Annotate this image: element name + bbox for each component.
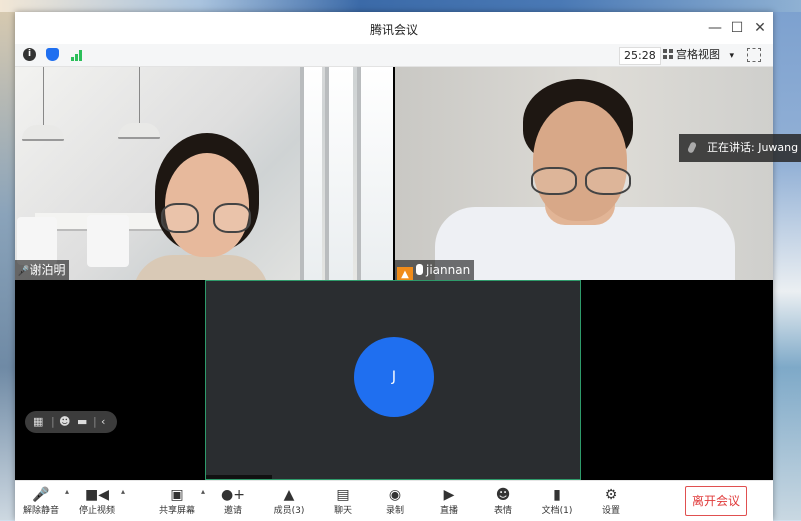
chat-button[interactable]: ▤ 聊天 [317, 483, 369, 519]
chat-icon: ▤ [336, 487, 350, 503]
view-mode-dropdown[interactable]: 宫格视图 ▾ [663, 47, 735, 63]
desktop-wallpaper-top [0, 0, 801, 12]
share-screen-button[interactable]: ▣ 共享屏幕 [151, 483, 203, 519]
unmute-button[interactable]: 🎤 解除静音 [15, 483, 67, 519]
speaking-text: 正在讲话: Juwang ; j [707, 141, 801, 154]
mic-icon [416, 264, 423, 275]
signal-icon[interactable] [71, 50, 85, 61]
avatar: J [354, 337, 434, 417]
members-button[interactable]: ▲ 成员(3) [263, 483, 315, 519]
invite-button[interactable]: ●+ 邀请 [207, 483, 259, 519]
emoji-button[interactable]: ☻ 表情 [477, 483, 529, 519]
layout-icon[interactable]: ▦ [33, 415, 43, 429]
status-bar: i 25:28 宫格视图 ▾ [15, 44, 773, 67]
members-icon: ▲ [283, 487, 295, 503]
ceiling-lamp [118, 123, 160, 139]
info-icon[interactable]: i [23, 48, 36, 61]
collapse-icon[interactable]: ‹ [101, 415, 105, 429]
leave-meeting-button[interactable]: 离开会议 [685, 486, 747, 516]
live-stream-button[interactable]: ▶ 直播 [423, 483, 475, 519]
chevron-down-icon: ▾ [729, 51, 735, 61]
chat-icon[interactable]: ▬ [77, 415, 87, 429]
minimize-button[interactable]: — [703, 18, 727, 38]
audio-options-caret[interactable]: ▴ [65, 487, 69, 496]
document-icon: ▮ [553, 487, 561, 503]
participant-name: jiannan [426, 263, 471, 277]
host-icon: ▲ [397, 267, 413, 280]
record-button[interactable]: ◉ 录制 [369, 483, 421, 519]
ceiling-lamp [22, 125, 64, 141]
share-options-caret[interactable]: ▴ [201, 487, 205, 496]
emoji-icon[interactable]: ☻ [59, 415, 70, 429]
maximize-button[interactable]: ☐ [725, 18, 749, 38]
video-tile-participant-3[interactable]: J [205, 280, 581, 480]
live-stream-icon: ▶ [443, 487, 455, 503]
emoji-icon: ☻ [495, 487, 511, 503]
desktop-wallpaper-right [773, 12, 801, 520]
settings-button[interactable]: ⚙ 设置 [585, 483, 637, 519]
video-tile-participant-2[interactable]: ▲ jiannan [395, 67, 773, 280]
muted-mic-icon: 🎤 [17, 266, 30, 277]
view-mode-label: 宫格视图 [676, 48, 720, 61]
record-icon: ◉ [388, 487, 402, 503]
participant-name-tag: 🎤谢泊明 [15, 260, 70, 280]
floating-control-bar[interactable]: ▦ | ☻ ▬ | ‹ [25, 411, 117, 433]
participant-name: 谢泊明 [29, 263, 66, 277]
meeting-window: 腾讯会议 — ☐ ✕ i 25:28 宫格视图 ▾ 🎤谢泊明 ▲ jiannan… [15, 12, 773, 521]
video-stage: 🎤谢泊明 ▲ jiannan J ▦ | ☻ ▬ | ‹ [15, 67, 773, 480]
shield-icon[interactable] [46, 48, 59, 61]
video-tile-participant-1[interactable]: 🎤谢泊明 [15, 67, 393, 280]
meeting-timer: 25:28 [619, 47, 661, 65]
video-options-caret[interactable]: ▴ [121, 487, 125, 496]
close-button[interactable]: ✕ [748, 18, 772, 38]
mic-icon [686, 141, 698, 154]
title-bar[interactable]: 腾讯会议 — ☐ ✕ [15, 12, 773, 44]
bottom-toolbar: 🎤 解除静音 ▴ ■◀ 停止视频 ▴ ▣ 共享屏幕 ▴ ●+ 邀请 ▲ 成员(3… [15, 480, 773, 521]
add-user-icon: ●+ [221, 487, 245, 503]
stop-video-button[interactable]: ■◀ 停止视频 [71, 483, 123, 519]
share-screen-icon: ▣ [170, 487, 184, 503]
fullscreen-icon[interactable] [747, 48, 761, 62]
participant-name-tag: ▲ jiannan [395, 260, 475, 280]
speaking-indicator: 正在讲话: Juwang ; j [679, 134, 801, 162]
gear-icon: ⚙ [604, 487, 618, 503]
grid-view-icon [663, 49, 673, 59]
documents-button[interactable]: ▮ 文档(1) [531, 483, 583, 519]
desktop-wallpaper-left [0, 12, 15, 520]
video-camera-icon: ■◀ [85, 487, 109, 503]
muted-mic-icon: 🎤 [32, 487, 50, 503]
window-title: 腾讯会议 [369, 23, 418, 37]
